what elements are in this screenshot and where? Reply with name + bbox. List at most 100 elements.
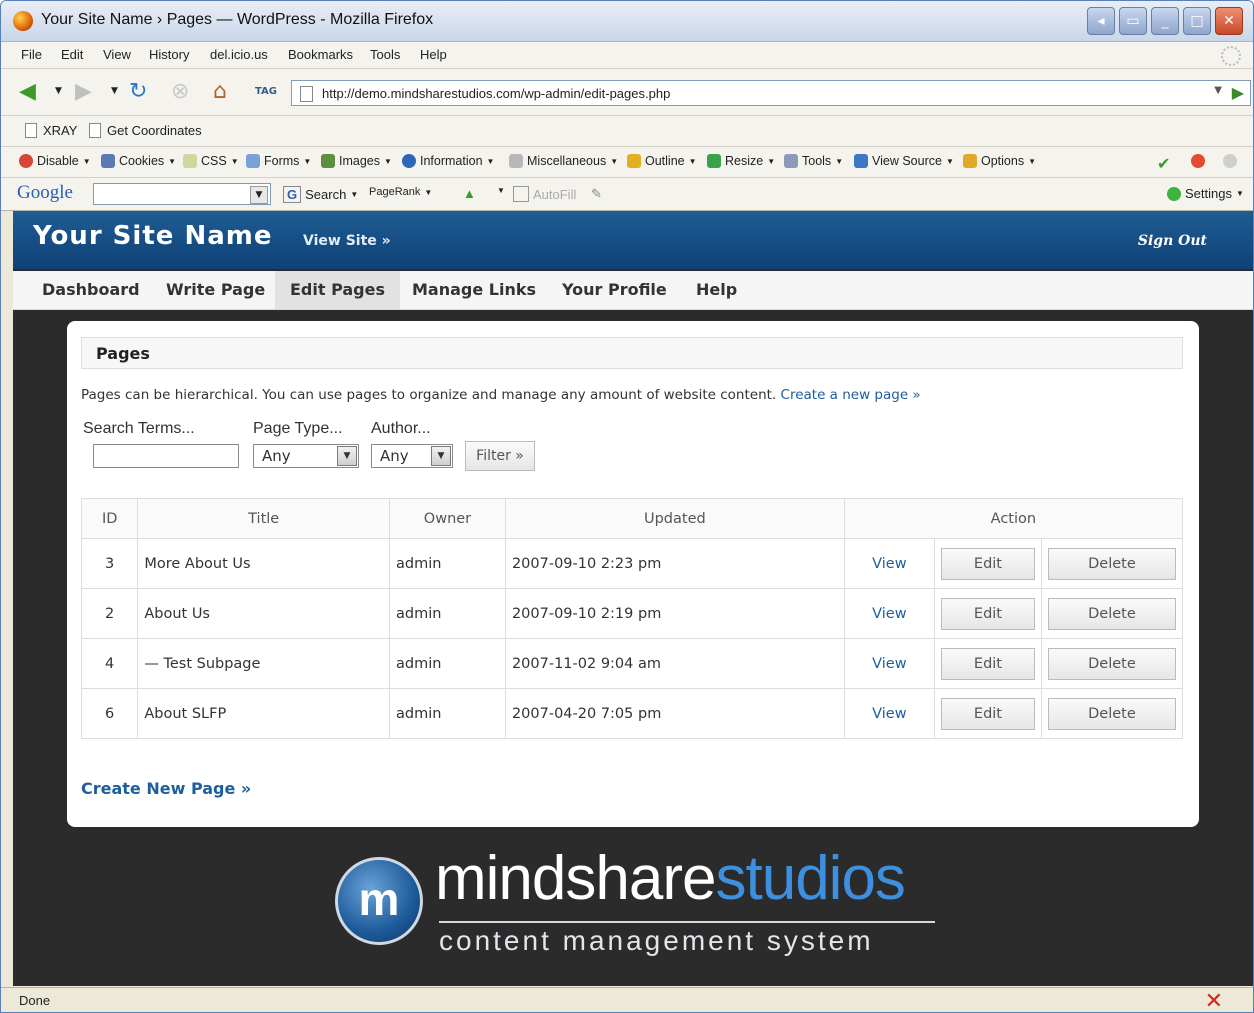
dev-css[interactable]: CSS ▼ [183, 154, 239, 168]
menu-file[interactable]: File [21, 47, 42, 62]
delete-button[interactable]: Delete [1047, 547, 1176, 580]
view-site-link[interactable]: View Site » [303, 233, 391, 249]
resize-icon [707, 154, 721, 168]
dev-images[interactable]: Images ▼ [321, 154, 392, 168]
google-search-button[interactable]: G Search ▼ [283, 186, 358, 203]
table-row: 4 — Test Subpage admin 2007-11-02 9:04 a… [80, 638, 1184, 689]
dev-cookies[interactable]: Cookies ▼ [101, 154, 176, 168]
chevron-down-icon: ▼ [431, 446, 451, 466]
search-terms-input[interactable] [93, 444, 239, 468]
up-folder-icon[interactable]: ▲ [463, 186, 476, 201]
view-link[interactable]: View [872, 606, 906, 622]
miscellaneous-icon [509, 154, 523, 168]
wp-admin-tabs: Dashboard Write Page Edit Pages Manage L… [13, 271, 1253, 310]
edit-button[interactable]: Edit [940, 647, 1035, 680]
menu-history[interactable]: History [149, 47, 189, 62]
menu-delicious[interactable]: del.icio.us [210, 47, 268, 62]
stop-icon[interactable]: ⊗ [171, 78, 189, 104]
valid-check-icon[interactable]: ✔ [1157, 154, 1170, 174]
bookmark-xray[interactable]: XRAY [25, 123, 77, 138]
dev-miscellaneous[interactable]: Miscellaneous ▼ [509, 154, 618, 168]
error-icon[interactable] [1191, 154, 1205, 168]
error-x-icon[interactable]: ✕ [1205, 989, 1223, 1012]
col-action: Action [843, 498, 1184, 539]
go-arrow-icon[interactable]: ▶ [1232, 83, 1244, 102]
pagerank-meter[interactable]: PageRank ▼ [369, 186, 432, 198]
status-text: Done [19, 993, 51, 1008]
page-type-select[interactable]: Any ▼ [253, 444, 359, 468]
up-dropdown-icon[interactable]: ▼ [497, 186, 505, 195]
sign-out-link[interactable]: Sign Out [1138, 233, 1207, 249]
google-search-dropdown-icon[interactable]: ▼ [250, 186, 268, 204]
google-logo[interactable]: Google [17, 182, 73, 204]
restore-layout-icon[interactable]: ▭ [1119, 7, 1147, 35]
menu-tools[interactable]: Tools [370, 47, 400, 62]
create-new-page-link[interactable]: Create a new page » [781, 387, 921, 403]
home-icon[interactable]: ⌂ [213, 78, 227, 104]
bookmark-page-icon [89, 123, 101, 138]
google-settings-button[interactable]: Settings ▼ [1167, 186, 1244, 201]
autofill-button[interactable]: AutoFill [513, 186, 576, 202]
page-icon [300, 86, 313, 102]
url-text[interactable]: http://demo.mindsharestudios.com/wp-admi… [322, 86, 670, 101]
menu-view[interactable]: View [103, 47, 131, 62]
history-dropdown-icon[interactable]: ▼ [1214, 85, 1222, 96]
edit-button[interactable]: Edit [940, 697, 1035, 730]
tab-dashboard[interactable]: Dashboard [27, 271, 155, 309]
view-link[interactable]: View [872, 556, 906, 572]
bookmark-get-coordinates[interactable]: Get Coordinates [89, 123, 202, 138]
tag-icon[interactable]: TAG [255, 78, 277, 104]
disable-icon [19, 154, 33, 168]
forward-arrow-icon[interactable]: ▶ [75, 78, 92, 104]
back-arrow-icon[interactable]: ◀ [19, 78, 36, 104]
bookmark-page-icon [25, 123, 37, 138]
tools-wrench-icon [784, 154, 798, 168]
images-icon [321, 154, 335, 168]
intro-text: Pages can be hierarchical. You can use p… [81, 387, 921, 403]
dev-tools[interactable]: Tools ▼ [784, 154, 843, 168]
view-link[interactable]: View [872, 656, 906, 672]
address-bar[interactable]: http://demo.mindsharestudios.com/wp-admi… [291, 80, 1251, 106]
close-button[interactable]: ✕ [1215, 7, 1243, 35]
create-new-page-bottom-link[interactable]: Create New Page » [81, 779, 251, 798]
table-row: 3 More About Us admin 2007-09-10 2:23 pm… [80, 538, 1184, 589]
menu-edit[interactable]: Edit [61, 47, 83, 62]
forward-dropdown-icon[interactable]: ▼ [111, 78, 118, 104]
menu-bookmarks[interactable]: Bookmarks [288, 47, 353, 62]
delete-button[interactable]: Delete [1047, 647, 1176, 680]
tab-manage-links[interactable]: Manage Links [397, 271, 551, 309]
back-dropdown-icon[interactable]: ▼ [55, 78, 62, 104]
author-select[interactable]: Any ▼ [371, 444, 453, 468]
filter-button[interactable]: Filter » [465, 441, 535, 471]
minimize-button[interactable]: _ [1151, 7, 1179, 35]
tab-write-page[interactable]: Write Page [151, 271, 280, 309]
col-updated: Updated [504, 498, 845, 539]
delete-button[interactable]: Delete [1047, 697, 1176, 730]
dev-outline[interactable]: Outline ▼ [627, 154, 697, 168]
edit-button[interactable]: Edit [940, 547, 1035, 580]
dev-options[interactable]: Options ▼ [963, 154, 1036, 168]
dev-disable[interactable]: Disable ▼ [19, 154, 91, 168]
dev-forms[interactable]: Forms ▼ [246, 154, 311, 168]
page-type-label: Page Type... [253, 420, 343, 437]
dev-resize[interactable]: Resize ▼ [707, 154, 775, 168]
google-g-icon: G [283, 186, 302, 203]
maximize-button[interactable]: □ [1183, 7, 1211, 35]
tab-edit-pages[interactable]: Edit Pages [275, 271, 401, 309]
dev-view-source[interactable]: View Source ▼ [854, 154, 954, 168]
pages-panel: Pages Pages can be hierarchical. You can… [67, 321, 1199, 827]
pencil-icon[interactable]: ✎ [591, 186, 602, 202]
delete-button[interactable]: Delete [1047, 597, 1176, 630]
col-title: Title [137, 498, 391, 539]
logo-divider [439, 921, 935, 923]
edit-button[interactable]: Edit [940, 597, 1035, 630]
status-disabled-icon[interactable] [1223, 154, 1237, 168]
google-search-input[interactable]: ▼ [93, 183, 271, 205]
view-link[interactable]: View [872, 706, 906, 722]
reload-icon[interactable]: ↻ [129, 78, 147, 104]
tab-help[interactable]: Help [681, 271, 752, 309]
dev-information[interactable]: Information ▼ [402, 154, 494, 168]
tab-your-profile[interactable]: Your Profile [547, 271, 682, 309]
menu-help[interactable]: Help [420, 47, 447, 62]
extra-window-icon[interactable]: ◂ [1087, 7, 1115, 35]
